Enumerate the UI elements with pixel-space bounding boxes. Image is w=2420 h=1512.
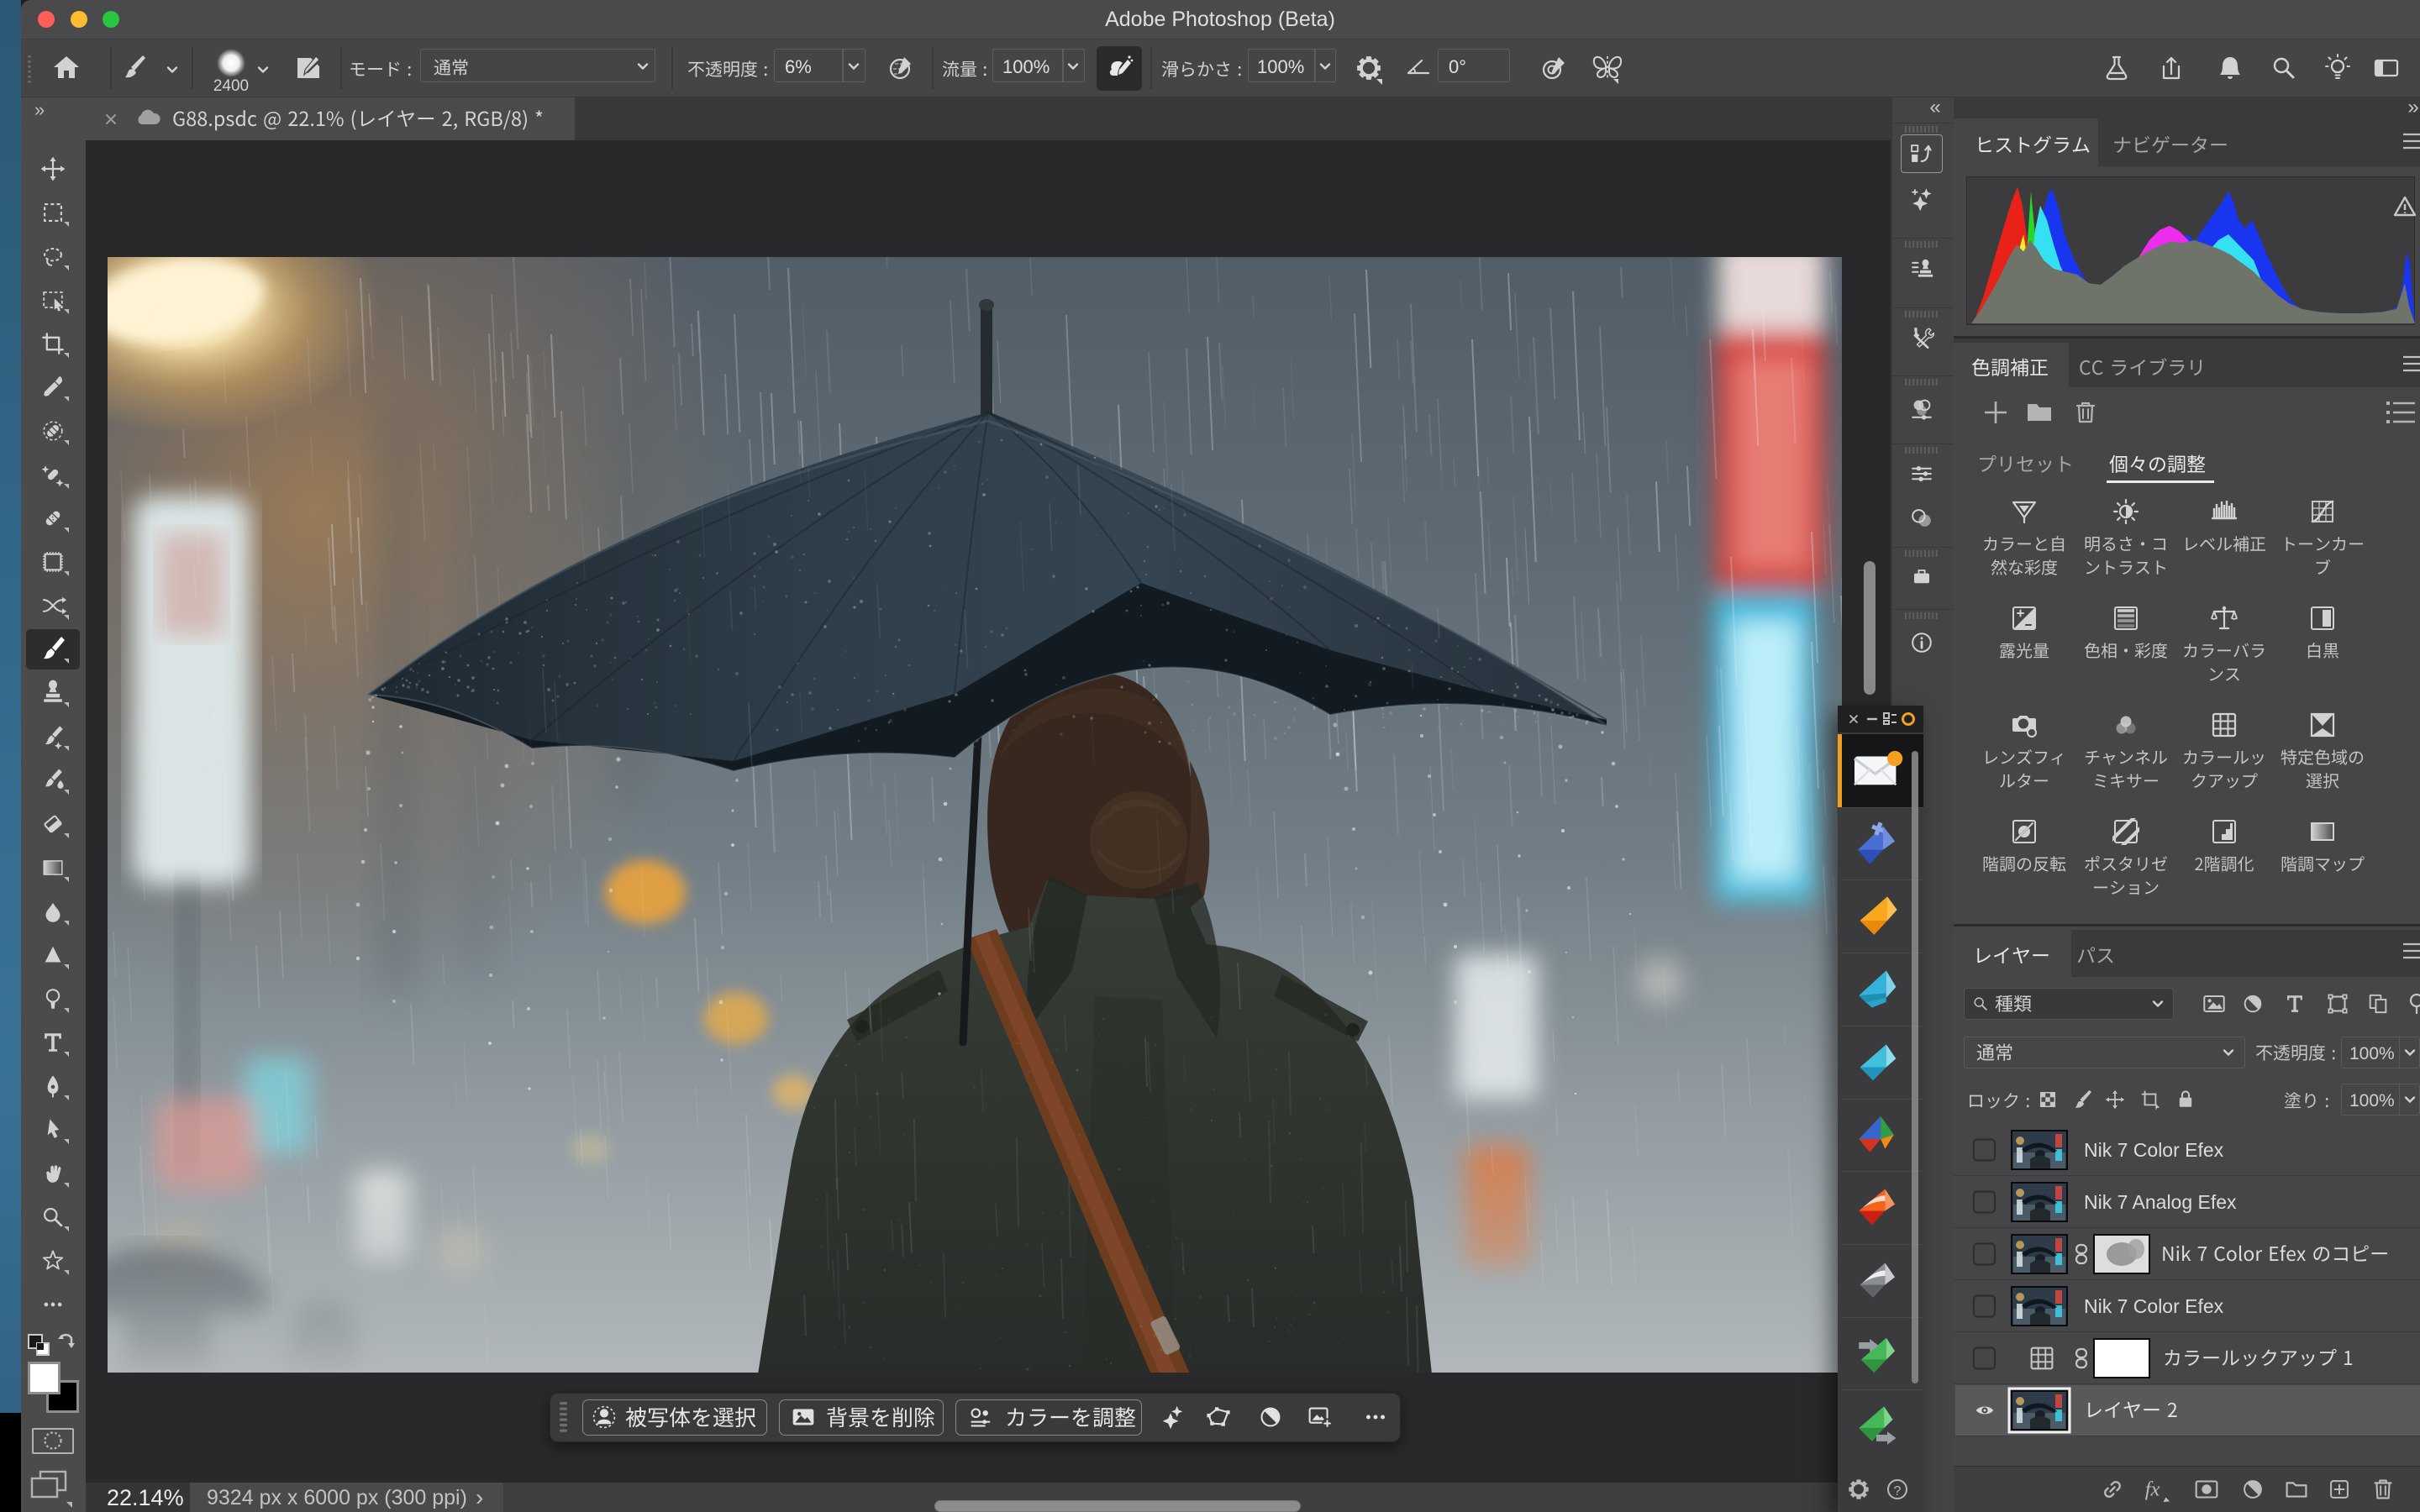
svg-text:22.14%: 22.14% [107, 1485, 184, 1510]
svg-text:100%: 100% [1257, 56, 1304, 77]
svg-text:fx: fx [2145, 1478, 2160, 1501]
svg-text:9324 px x 6000 px (300 ppi): 9324 px x 6000 px (300 ppi) [207, 1486, 467, 1509]
svg-text:6%: 6% [785, 56, 812, 77]
svg-text:?: ? [1894, 1484, 1902, 1499]
svg-text:0°: 0° [1449, 56, 1466, 77]
svg-text:2400: 2400 [213, 77, 249, 95]
svg-text:»: » [2407, 96, 2418, 118]
svg-text:Nik 7 Analog Efex: Nik 7 Analog Efex [2084, 1191, 2237, 1213]
svg-text:100%: 100% [1002, 56, 1050, 77]
svg-text:Nik 7 Color Efex: Nik 7 Color Efex [2084, 1295, 2224, 1317]
svg-text:100%: 100% [2349, 1091, 2395, 1110]
svg-text:Nik 7 Color Efex: Nik 7 Color Efex [2084, 1139, 2224, 1161]
svg-text:Adobe Photoshop (Beta): Adobe Photoshop (Beta) [1105, 8, 1335, 31]
svg-text:«: « [1929, 96, 1940, 118]
svg-text:»: » [34, 99, 45, 120]
svg-text:100%: 100% [2349, 1044, 2395, 1063]
svg-text:›: › [476, 1484, 483, 1510]
